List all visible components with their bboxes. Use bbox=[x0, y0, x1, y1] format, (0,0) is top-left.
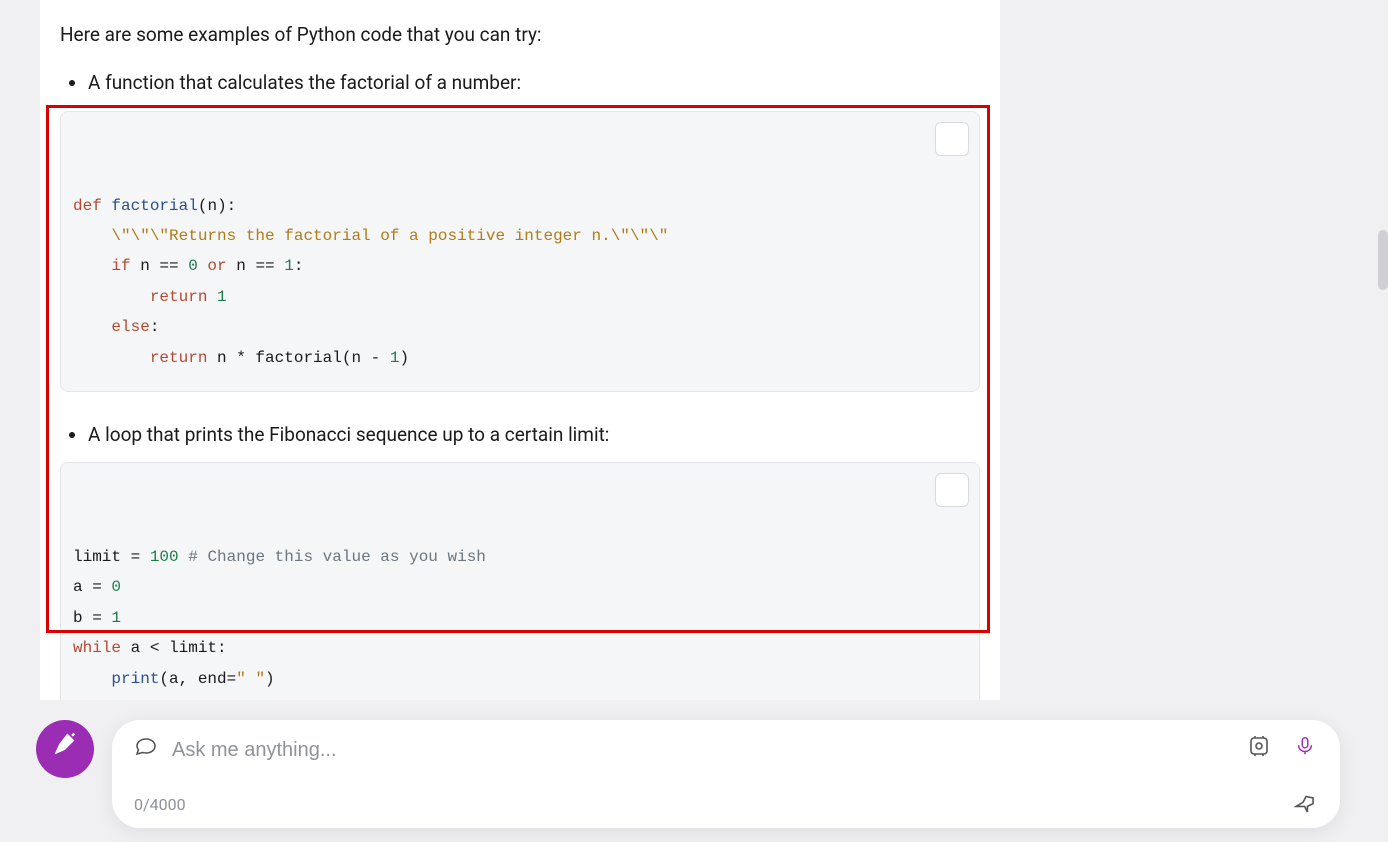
code-token: ) bbox=[399, 349, 409, 367]
code-token: return bbox=[150, 288, 208, 306]
code-token: 1 bbox=[111, 609, 121, 627]
code-token: " " bbox=[236, 670, 265, 688]
code-token: ( bbox=[198, 197, 208, 215]
assistant-message: Here are some examples of Python code th… bbox=[40, 0, 1000, 700]
code-token: # Change this value as you wish bbox=[188, 548, 486, 566]
copy-icon bbox=[895, 111, 980, 185]
scrollbar-thumb[interactable] bbox=[1378, 230, 1388, 290]
copy-button[interactable] bbox=[935, 473, 969, 507]
code-token: def bbox=[73, 197, 102, 215]
code-block-fibonacci: limit = 100 # Change this value as you w… bbox=[60, 462, 980, 700]
intro-text: Here are some examples of Python code th… bbox=[60, 20, 980, 50]
code-token: while bbox=[73, 639, 121, 657]
code-token: limit bbox=[73, 548, 121, 566]
list-item: A function that calculates the factorial… bbox=[88, 68, 980, 98]
code-token: if bbox=[111, 257, 130, 275]
code-token: factorial bbox=[111, 197, 197, 215]
pin-button[interactable] bbox=[1294, 793, 1318, 817]
char-counter: 0/4000 bbox=[134, 792, 186, 818]
message-input[interactable] bbox=[172, 739, 1232, 762]
pin-icon bbox=[1294, 802, 1318, 821]
example-list: A loop that prints the Fibonacci sequenc… bbox=[60, 420, 980, 450]
code-token: 0 bbox=[188, 257, 198, 275]
code-token: 1 bbox=[217, 288, 227, 306]
code-token: \"\"\"Returns the factorial of a positiv… bbox=[111, 227, 668, 245]
code-token: else bbox=[111, 318, 149, 336]
code-token: 0 bbox=[111, 578, 121, 596]
image-search-icon bbox=[1247, 734, 1271, 768]
code-token bbox=[207, 288, 217, 306]
code-token: n bbox=[207, 197, 217, 215]
example-list: A function that calculates the factorial… bbox=[60, 68, 980, 98]
code-token: (a, end= bbox=[159, 670, 236, 688]
code-token bbox=[179, 548, 189, 566]
list-item: A loop that prints the Fibonacci sequenc… bbox=[88, 420, 980, 450]
compose-bar: 0/4000 bbox=[0, 702, 1388, 842]
code-token: 1 bbox=[284, 257, 294, 275]
copy-icon bbox=[895, 462, 980, 536]
compose-box: 0/4000 bbox=[112, 720, 1340, 828]
copy-button[interactable] bbox=[935, 122, 969, 156]
code-token: n == bbox=[131, 257, 189, 275]
broom-icon bbox=[51, 730, 79, 768]
code-token: n == bbox=[236, 257, 284, 275]
code-token: n * factorial(n - bbox=[207, 349, 389, 367]
code-token: = bbox=[121, 548, 150, 566]
code-token: : bbox=[150, 318, 160, 336]
code-token: ) bbox=[265, 670, 275, 688]
code-token: a = bbox=[73, 578, 111, 596]
new-topic-button[interactable] bbox=[36, 720, 94, 778]
code-token: print bbox=[111, 670, 159, 688]
microphone-icon bbox=[1294, 735, 1316, 767]
code-token: 100 bbox=[150, 548, 179, 566]
code-block-factorial: def factorial(n): \"\"\"Returns the fact… bbox=[60, 111, 980, 392]
code-token: b = bbox=[73, 609, 111, 627]
microphone-button[interactable] bbox=[1292, 738, 1318, 764]
image-search-button[interactable] bbox=[1246, 738, 1272, 764]
chat-icon bbox=[134, 734, 158, 768]
code-token: : bbox=[294, 257, 304, 275]
code-token: a < limit: bbox=[121, 639, 227, 657]
code-token: return bbox=[150, 349, 208, 367]
code-token: or bbox=[198, 257, 236, 275]
code-token: ): bbox=[217, 197, 236, 215]
